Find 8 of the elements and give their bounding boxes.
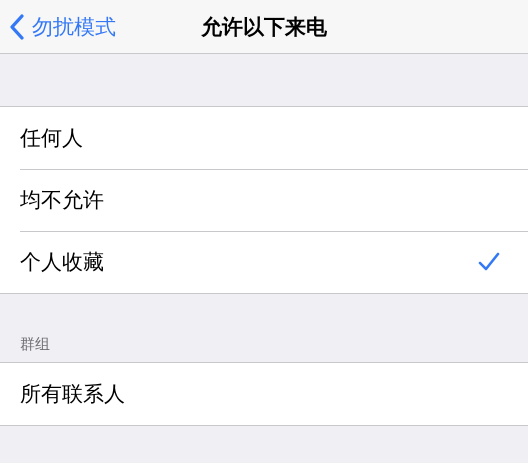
- back-button[interactable]: 勿扰模式: [0, 12, 116, 40]
- screen-title: 允许以下来电: [201, 14, 327, 40]
- list-item[interactable]: 任何人: [0, 107, 528, 169]
- list-item[interactable]: 均不允许: [0, 169, 528, 231]
- back-chevron-icon: [10, 14, 24, 40]
- list-item[interactable]: 所有联系人: [0, 363, 528, 425]
- list-item[interactable]: 个人收藏: [0, 231, 528, 293]
- section-header: 群组: [19, 335, 50, 355]
